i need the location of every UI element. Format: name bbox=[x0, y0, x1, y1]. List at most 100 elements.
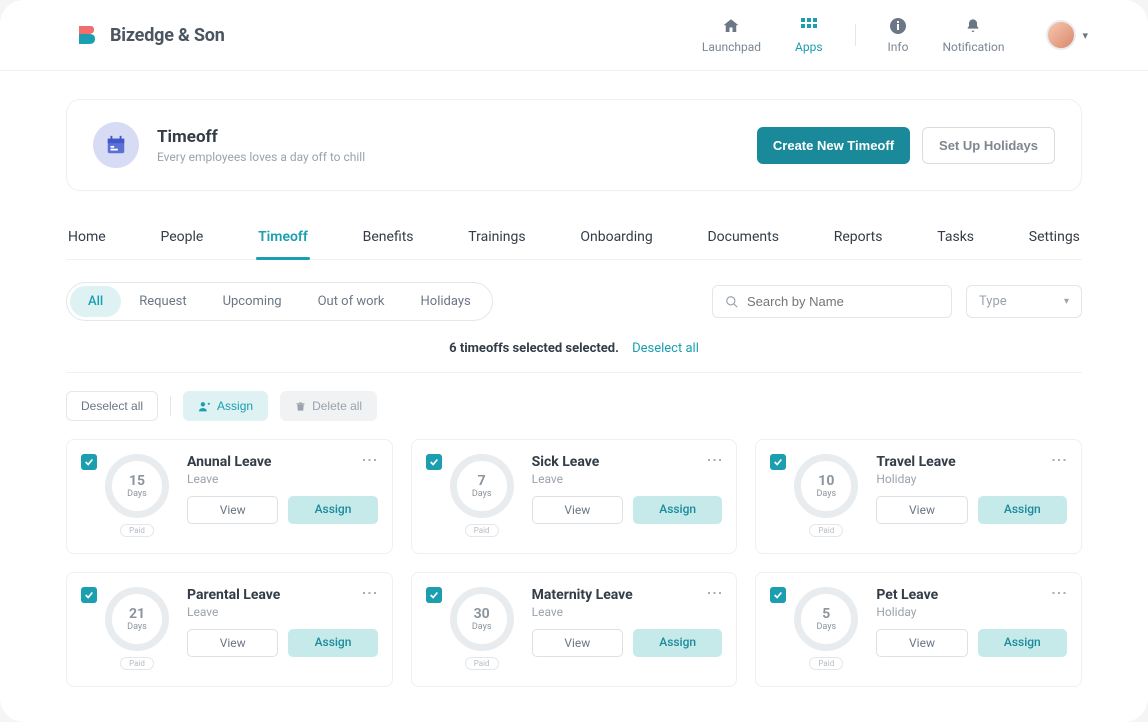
calendar-icon bbox=[93, 122, 139, 168]
tab-onboarding[interactable]: Onboarding bbox=[578, 219, 654, 259]
timeoff-card: ⋮ 15 Days Paid Anunal Leave Leave View A… bbox=[66, 439, 393, 554]
tab-settings[interactable]: Settings bbox=[1027, 219, 1082, 259]
type-select[interactable]: Type ▾ bbox=[966, 285, 1082, 318]
topnav-apps[interactable]: Apps bbox=[795, 16, 823, 54]
deselect-all-button[interactable]: Deselect all bbox=[66, 391, 158, 421]
days-count: 7 bbox=[478, 474, 486, 488]
card-title: Maternity Leave bbox=[532, 587, 723, 603]
timeoff-card: ⋮ 21 Days Paid Parental Leave Leave View… bbox=[66, 572, 393, 687]
days-ring: 21 Days Paid bbox=[101, 587, 173, 670]
card-subtitle: Leave bbox=[532, 605, 723, 619]
paid-chip: Paid bbox=[465, 524, 499, 537]
more-icon[interactable]: ⋮ bbox=[1050, 585, 1069, 602]
deselect-all-link[interactable]: Deselect all bbox=[632, 341, 699, 356]
type-select-label: Type bbox=[979, 294, 1007, 309]
view-button[interactable]: View bbox=[532, 496, 623, 524]
card-subtitle: Holiday bbox=[876, 605, 1067, 619]
assign-button-label: Assign bbox=[217, 399, 253, 413]
brand: Bizedge & Son bbox=[76, 24, 225, 46]
info-icon bbox=[888, 16, 908, 36]
timeoff-card: ⋮ 10 Days Paid Travel Leave Holiday View… bbox=[755, 439, 1082, 554]
brand-logo-icon bbox=[76, 24, 96, 46]
days-label: Days bbox=[817, 489, 837, 499]
more-icon[interactable]: ⋮ bbox=[1050, 452, 1069, 469]
card-checkbox[interactable] bbox=[81, 587, 97, 603]
create-timeoff-button[interactable]: Create New Timeoff bbox=[757, 127, 910, 164]
action-row: Deselect all Assign Delete all bbox=[66, 391, 1082, 421]
page-title: Timeoff bbox=[157, 127, 365, 147]
card-checkbox[interactable] bbox=[426, 454, 442, 470]
module-tabs: Home People Timeoff Benefits Trainings O… bbox=[66, 219, 1082, 260]
card-title: Travel Leave bbox=[876, 454, 1067, 470]
bell-icon bbox=[963, 16, 983, 36]
paid-chip: Paid bbox=[120, 657, 154, 670]
topnav-apps-label: Apps bbox=[795, 40, 823, 54]
card-assign-button[interactable]: Assign bbox=[288, 629, 377, 657]
card-assign-button[interactable]: Assign bbox=[978, 496, 1067, 524]
card-assign-button[interactable]: Assign bbox=[978, 629, 1067, 657]
filter-holidays[interactable]: Holidays bbox=[403, 286, 489, 317]
tab-reports[interactable]: Reports bbox=[832, 219, 885, 259]
delete-all-button[interactable]: Delete all bbox=[280, 391, 377, 421]
card-checkbox[interactable] bbox=[770, 587, 786, 603]
filter-out-of-work[interactable]: Out of work bbox=[300, 286, 403, 317]
topnav-launchpad[interactable]: Launchpad bbox=[702, 16, 761, 54]
search-wrap[interactable] bbox=[712, 285, 952, 318]
filter-upcoming[interactable]: Upcoming bbox=[205, 286, 300, 317]
tab-home[interactable]: Home bbox=[66, 219, 108, 259]
action-divider bbox=[170, 396, 171, 416]
view-button[interactable]: View bbox=[187, 629, 278, 657]
card-title: Pet Leave bbox=[876, 587, 1067, 603]
more-icon[interactable]: ⋮ bbox=[361, 452, 380, 469]
topnav-notification-label: Notification bbox=[942, 40, 1004, 54]
assign-button[interactable]: Assign bbox=[183, 391, 268, 421]
card-assign-button[interactable]: Assign bbox=[288, 496, 377, 524]
view-button[interactable]: View bbox=[532, 629, 623, 657]
days-label: Days bbox=[127, 622, 147, 632]
topnav-notification[interactable]: Notification bbox=[942, 16, 1004, 54]
card-subtitle: Leave bbox=[187, 605, 378, 619]
card-assign-button[interactable]: Assign bbox=[633, 629, 722, 657]
days-ring: 10 Days Paid bbox=[790, 454, 862, 537]
days-count: 15 bbox=[129, 474, 145, 488]
paid-chip: Paid bbox=[465, 657, 499, 670]
page-header: Timeoff Every employees loves a day off … bbox=[66, 99, 1082, 191]
view-button[interactable]: View bbox=[876, 496, 967, 524]
chevron-down-icon: ▾ bbox=[1064, 296, 1069, 307]
days-count: 5 bbox=[822, 607, 830, 621]
filter-request[interactable]: Request bbox=[121, 286, 204, 317]
avatar bbox=[1046, 20, 1076, 50]
filter-row: All Request Upcoming Out of work Holiday… bbox=[66, 282, 1082, 321]
view-button[interactable]: View bbox=[187, 496, 278, 524]
user-menu[interactable]: ▾ bbox=[1046, 20, 1088, 50]
card-checkbox[interactable] bbox=[81, 454, 97, 470]
tab-benefits[interactable]: Benefits bbox=[361, 219, 416, 259]
tab-trainings[interactable]: Trainings bbox=[466, 219, 527, 259]
tab-documents[interactable]: Documents bbox=[705, 219, 780, 259]
topnav-divider bbox=[855, 24, 856, 46]
card-assign-button[interactable]: Assign bbox=[633, 496, 722, 524]
apps-icon bbox=[799, 16, 819, 36]
tab-timeoff[interactable]: Timeoff bbox=[256, 219, 310, 259]
timeoff-card: ⋮ 7 Days Paid Sick Leave Leave View Assi… bbox=[411, 439, 738, 554]
filter-segmented: All Request Upcoming Out of work Holiday… bbox=[66, 282, 493, 321]
setup-holidays-button[interactable]: Set Up Holidays bbox=[922, 127, 1055, 164]
days-label: Days bbox=[472, 622, 492, 632]
card-checkbox[interactable] bbox=[770, 454, 786, 470]
tab-people[interactable]: People bbox=[158, 219, 205, 259]
days-label: Days bbox=[817, 622, 837, 632]
topnav-launchpad-label: Launchpad bbox=[702, 40, 761, 54]
card-subtitle: Leave bbox=[187, 472, 378, 486]
card-checkbox[interactable] bbox=[426, 587, 442, 603]
card-title: Anunal Leave bbox=[187, 454, 378, 470]
search-input[interactable] bbox=[747, 294, 939, 309]
card-subtitle: Holiday bbox=[876, 472, 1067, 486]
topnav-info[interactable]: Info bbox=[888, 16, 909, 54]
tab-tasks[interactable]: Tasks bbox=[935, 219, 976, 259]
more-icon[interactable]: ⋮ bbox=[705, 452, 724, 469]
filter-all[interactable]: All bbox=[70, 286, 121, 317]
view-button[interactable]: View bbox=[876, 629, 967, 657]
more-icon[interactable]: ⋮ bbox=[361, 585, 380, 602]
more-icon[interactable]: ⋮ bbox=[705, 585, 724, 602]
days-ring: 30 Days Paid bbox=[446, 587, 518, 670]
